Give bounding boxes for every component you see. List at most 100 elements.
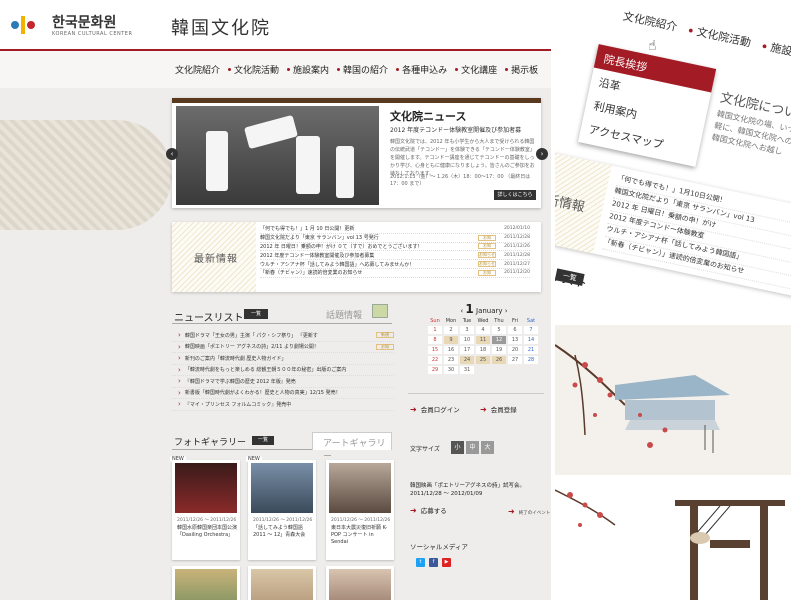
calendar-day-cell[interactable]: 18 [476, 346, 490, 354]
calendar-day-cell[interactable]: 5 [492, 326, 506, 334]
calendar-day-cell[interactable]: 13 [508, 336, 522, 344]
font-size-small-button[interactable]: 小 [451, 441, 464, 454]
calendar-day-cell[interactable]: 23 [444, 356, 458, 364]
nav-item-courses[interactable]: 文化講座 [451, 63, 501, 76]
calendar-day-cell[interactable]: 6 [508, 326, 522, 334]
calendar-day-cell[interactable]: 20 [508, 346, 522, 354]
latest-info-label: 最新情報 [194, 254, 238, 265]
new-badge: 新規 [376, 332, 394, 339]
calendar-day-cell[interactable]: 12 [492, 336, 506, 344]
gallery-photo [175, 569, 237, 600]
list-item[interactable]: 2012 年 日曜日！乗額の申！がけ ０て（すで）おめでとうございます！ お知 20… [260, 243, 530, 252]
calendar-day-cell[interactable]: 8 [428, 336, 442, 344]
gallery-card[interactable]: NEW 2011/12/26 ～ 2011/12/26 「話してみよう韓国語 2… [246, 456, 316, 560]
calendar-day-cell[interactable]: 3 [460, 326, 474, 334]
font-size-medium-button[interactable]: 中 [466, 441, 479, 454]
logo-mark-icon[interactable] [10, 12, 36, 38]
list-item[interactable]: 『マイ・プリンセス フォルムコミック』発売中 [172, 399, 394, 411]
chevron-right-icon[interactable]: › [536, 148, 548, 160]
decorative-pattern [0, 120, 172, 230]
gallery-card[interactable] [248, 566, 316, 600]
chevron-left-icon[interactable]: ‹ [166, 148, 178, 160]
calendar-day-cell[interactable]: 27 [508, 356, 522, 364]
youtube-icon[interactable]: ▶ [442, 558, 451, 567]
website-page: 한국문화원 KOREAN CULTURAL CENTER 韓国文化院 文化院紹介… [0, 0, 551, 600]
calendar-day-cell[interactable]: 25 [476, 356, 490, 364]
gallery-card[interactable]: NEW 2011/12/26 ～ 2011/12/26 韓国水原韓国楽団本国公演… [170, 456, 240, 560]
news-list-more-button[interactable]: 一覧 [244, 309, 268, 319]
calendar-day-cell[interactable]: 10 [460, 336, 474, 344]
list-item[interactable]: 2012 年度テコンドー体験教室開催及び参加者募集 お知らせ 2011/12/28 [260, 251, 530, 261]
hero-photo-taekwondo[interactable] [176, 106, 379, 205]
weekday-label: Mon [445, 318, 457, 324]
calendar-day-cell[interactable]: 31 [460, 366, 474, 374]
twitter-icon[interactable]: t [416, 558, 425, 567]
calendar-day-cell[interactable]: 26 [492, 356, 506, 364]
calendar-day-cell[interactable]: 30 [444, 366, 458, 374]
calendar-day-cell[interactable]: 24 [460, 356, 474, 364]
login-link[interactable]: ➜ 会員ログイン [410, 404, 460, 414]
calendar-day-cell[interactable]: 19 [492, 346, 506, 354]
header-divider [0, 49, 551, 51]
zoom-nav-facilities[interactable]: 施設案内 [761, 37, 791, 64]
calendar-day-cell[interactable]: 29 [428, 366, 442, 374]
calendar-day-cell[interactable]: 9 [444, 336, 458, 344]
nav-item-activities[interactable]: 文化院活動 [224, 63, 283, 76]
latest-info-badge: 最新情報 [172, 222, 256, 292]
gallery-card[interactable]: 2011/12/26 ～ 2011/12/26 東日本大震災復旧祈願 K-POP… [326, 460, 394, 560]
font-size-large-button[interactable]: 大 [481, 441, 494, 454]
calendar-day-cell[interactable]: 16 [444, 346, 458, 354]
calendar-day-cell[interactable]: 14 [524, 336, 538, 344]
gallery-date: 2011/12/26 ～ 2011/12/26 [331, 518, 391, 523]
chevron-right-icon[interactable]: › [503, 307, 508, 315]
calendar-day-cell[interactable]: 17 [460, 346, 474, 354]
calendar-day-cell[interactable]: 22 [428, 356, 442, 364]
topic-info-tab[interactable]: 話題情報 [326, 308, 362, 321]
list-item[interactable]: 「韓流時代劇をもっと楽しめる 総観王朝５００年の秘密」出版のご案内 [172, 365, 394, 376]
calendar-day-cell[interactable]: 11 [476, 336, 490, 344]
hero-details-button[interactable]: 詳しくはこちら [494, 190, 536, 200]
facebook-icon[interactable]: f [429, 558, 438, 567]
list-item[interactable]: 「新春（チビャン）」速読的倍変業のお知らせ お知 2011/12/20 [260, 269, 530, 278]
latest-info-panel: 最新情報 「何でも得でも！」1 月 10 日公開！更新 2012/01/10 韓国… [172, 222, 541, 292]
nav-item-facilities[interactable]: 施設案内 [283, 63, 333, 76]
zoom-menu-detail: 文化院紹介 文化院活動 施設案内 院長挨拶 沿革 利用案内 アクセスマップ 文化… [555, 0, 791, 320]
site-header: 한국문화원 KOREAN CULTURAL CENTER 韓国文化院 [0, 0, 551, 50]
list-item[interactable]: 新刊のご案内「韓流時代劇 歴史人物ガイド」 [172, 353, 394, 365]
nav-item-applications[interactable]: 各種申込み [392, 63, 451, 76]
list-item[interactable]: 韓国映画「ポエトリー アグネスの詩」2/11 より劇場公開！お知 [172, 342, 394, 353]
zoom-nav-activities[interactable]: 文化院活動 [687, 22, 753, 51]
list-item[interactable]: 「何でも得でも！」1 月 10 日公開！更新 2012/01/10 [260, 225, 530, 234]
weekday-label: Sat [526, 318, 536, 324]
gallery-date: 2011/12/26 ～ 2011/12/26 [177, 518, 237, 523]
calendar-day-cell[interactable]: 28 [524, 356, 538, 364]
nav-item-about[interactable]: 文化院紹介 [171, 63, 224, 76]
register-link[interactable]: ➜ 会員登録 [480, 404, 517, 414]
gallery-card[interactable] [326, 566, 394, 600]
notice-badge: お知 [478, 269, 496, 276]
calendar-day-cell[interactable]: 15 [428, 346, 442, 354]
nav-item-korea[interactable]: 韓国の紹介 [333, 63, 392, 76]
calendar-day-cell[interactable]: 21 [524, 346, 538, 354]
calendar-day-cell[interactable]: 7 [524, 326, 538, 334]
list-item[interactable]: 韓国ドラマ「王女の男」主演「 パク・シフ祭り」 『更新す新規 [172, 330, 394, 342]
gallery-card[interactable] [172, 566, 240, 600]
apply-link[interactable]: ➜ 応募する [410, 505, 447, 515]
zoom-nav-about[interactable]: 文化院紹介 [622, 8, 679, 35]
nav-item-board[interactable]: 掲示板 [501, 63, 542, 76]
list-item[interactable]: ウルチ・アシアナ杯「話してみよう韓国語」へ応募してみませんか！ お知らせ 2011/… [260, 260, 530, 269]
list-item[interactable]: 韓国文化院だより「東京 サランバン」vol 13 号発行 お知 2011/12/28 [260, 234, 530, 243]
list-item[interactable]: 『韓国ドラマで学ぶ韓国の歴史 2012 年版』発売 [172, 376, 394, 388]
gallery-title: 韓国水原韓国楽団本国公演「Dasiling Orchestra」 [177, 525, 238, 538]
calendar-day-cell[interactable]: 2 [444, 326, 458, 334]
logo-korean[interactable]: 한국문화원 [52, 12, 116, 32]
notice-badge: お知 [478, 234, 496, 241]
photo-gallery-more-button[interactable]: 一覧 [252, 436, 274, 445]
weekday-label: Sun [430, 318, 440, 324]
list-item[interactable]: 新書版「韓国時代劇がよくわかる！歴史と人物の真実」12/15 発売！ [172, 388, 394, 399]
art-gallery-tab[interactable]: アートギャラリー [312, 432, 392, 462]
stamp-icon [372, 304, 388, 318]
calendar-day-cell[interactable]: 4 [476, 326, 490, 334]
calendar-day-cell[interactable]: 1 [428, 326, 442, 334]
finished-events-link[interactable]: ➜ 終了のイベント [508, 507, 550, 516]
